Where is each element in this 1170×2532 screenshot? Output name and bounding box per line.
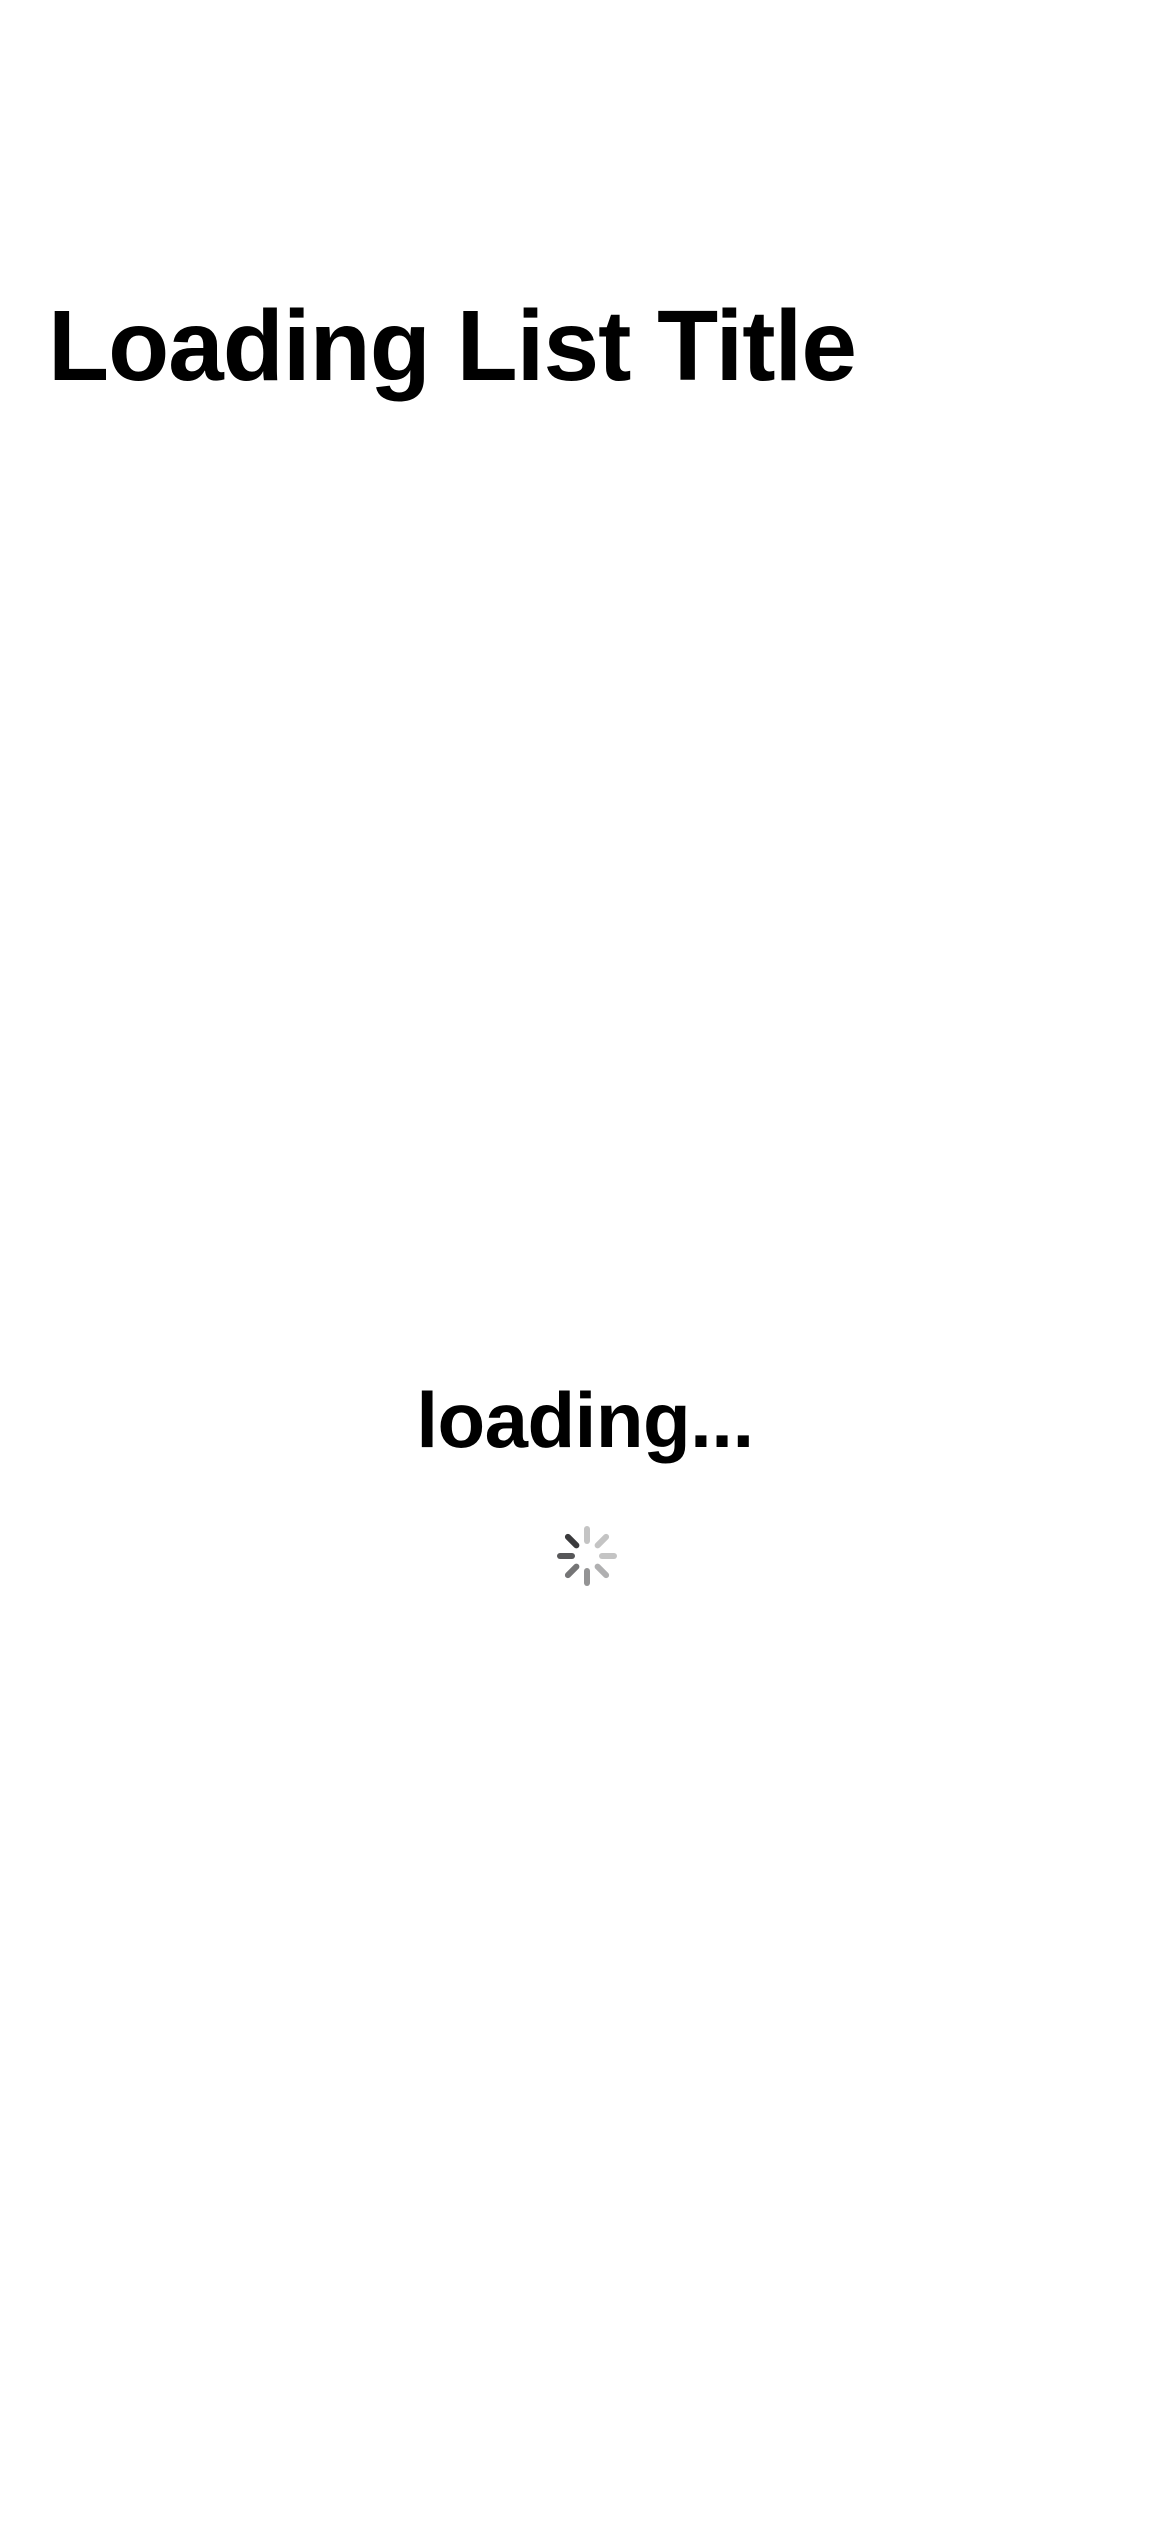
spinner-spoke xyxy=(563,1562,581,1580)
loading-screen: Loading List Title loading... xyxy=(0,0,1170,2532)
spinner-spoke xyxy=(557,1553,575,1559)
spinner-spoke xyxy=(584,1526,590,1544)
spinner-spoke xyxy=(584,1568,590,1586)
activity-spinner-icon xyxy=(557,1526,617,1586)
spinner-spoke xyxy=(593,1532,611,1550)
loading-label: loading... xyxy=(416,1376,754,1464)
spinner-spoke xyxy=(563,1532,581,1550)
spinner-spoke xyxy=(593,1562,611,1580)
loading-state: loading... xyxy=(0,1370,1170,1470)
spinner-spoke xyxy=(599,1553,617,1559)
page-title: Loading List Title xyxy=(48,290,857,402)
